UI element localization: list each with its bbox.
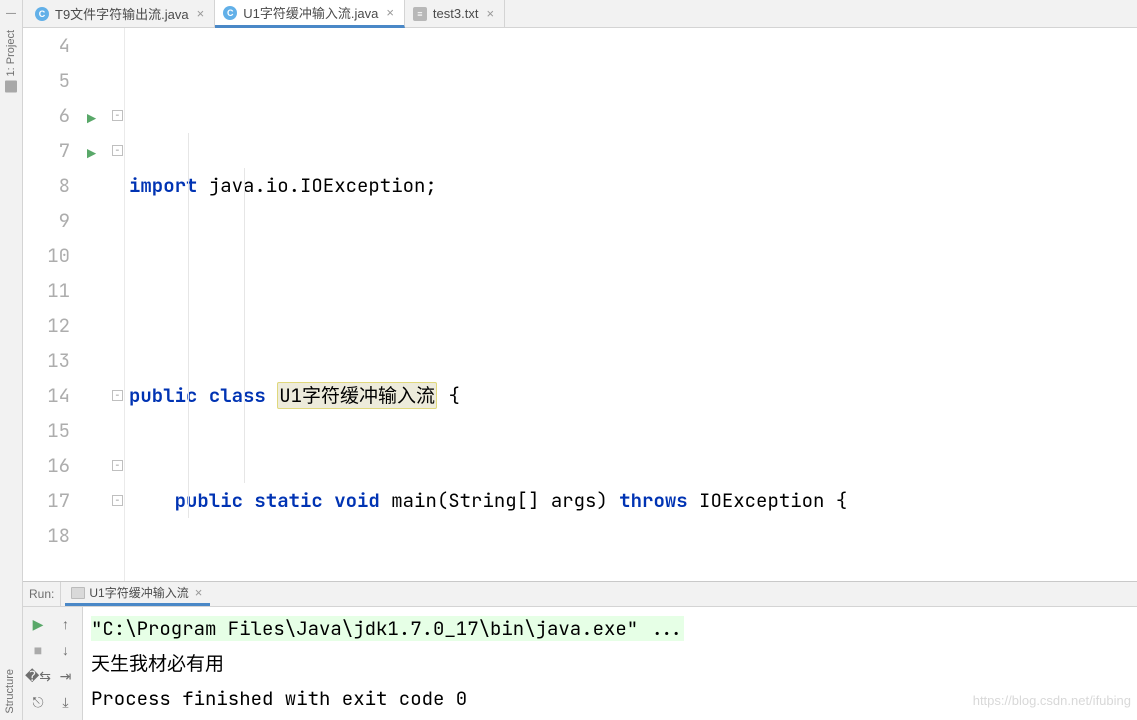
code-content[interactable]: import java.io.IOException; public class… <box>125 28 1137 581</box>
project-tool-button[interactable]: 1: Project <box>5 30 17 92</box>
watermark-text: https://blog.csdn.net/ifubing <box>973 683 1131 718</box>
fold-toggle-icon[interactable]: − <box>112 110 123 121</box>
scroll-to-end-button[interactable]: ⤓ <box>55 691 77 713</box>
run-gutter-icon[interactable]: ▶ <box>87 137 96 172</box>
java-class-icon: C <box>35 7 49 21</box>
text-file-icon: ≡ <box>413 7 427 21</box>
tab-label: T9文件字符输出流.java <box>55 4 189 23</box>
editor-tabs: C T9文件字符输出流.java × C U1字符缓冲输入流.java × ≡ … <box>23 0 1137 28</box>
up-button[interactable]: ↑ <box>55 613 77 635</box>
run-config-tab[interactable]: U1字符缓冲输入流 × <box>65 582 210 606</box>
fold-toggle-icon[interactable]: − <box>112 145 123 156</box>
rerun-button[interactable]: ▶ <box>27 613 49 635</box>
collapse-icon[interactable]: — <box>2 4 20 22</box>
layout-button[interactable]: �⇆ <box>27 665 49 687</box>
code-editor[interactable]: 4 5 6 7 8 9 10 11 12 13 14 15 16 17 18 ▶… <box>23 28 1137 581</box>
left-tool-sidebar: — 1: Project Structure <box>0 0 23 720</box>
console-output[interactable]: "C:\Program Files\Java\jdk1.7.0_17\bin\j… <box>83 607 1137 720</box>
java-class-icon: C <box>223 6 237 20</box>
run-panel-title: Run: <box>29 582 61 606</box>
run-tool-window: Run: U1字符缓冲输入流 × ▶ ↑ ■ ↓ �⇆ ⇥ ⎋ ⤓ <box>23 581 1137 720</box>
exit-button[interactable]: ⎋ <box>27 691 49 713</box>
run-tab-label: U1字符缓冲输入流 <box>89 584 188 601</box>
tab-label: U1字符缓冲输入流.java <box>243 3 378 22</box>
close-icon[interactable]: × <box>484 6 496 21</box>
tab-label: test3.txt <box>433 6 479 21</box>
process-exit-line: Process finished with exit code 0 <box>91 686 467 711</box>
close-icon[interactable]: × <box>193 585 205 600</box>
close-icon[interactable]: × <box>384 5 396 20</box>
application-icon <box>71 587 85 599</box>
run-gutter-icon[interactable]: ▶ <box>87 102 96 137</box>
tab-u1-file[interactable]: C U1字符缓冲输入流.java × <box>215 0 405 28</box>
fold-toggle-icon[interactable]: − <box>112 390 123 401</box>
fold-toggle-icon[interactable]: − <box>112 460 123 471</box>
structure-tool-button[interactable]: Structure <box>4 669 16 714</box>
tab-test3-txt[interactable]: ≡ test3.txt × <box>405 0 505 27</box>
run-marker-gutter: ▶ ▶ <box>85 28 111 581</box>
close-icon[interactable]: × <box>195 6 207 21</box>
stdout-line: 天生我材必有用 <box>91 651 224 676</box>
stop-button[interactable]: ■ <box>27 639 49 661</box>
soft-wrap-button[interactable]: ⇥ <box>55 665 77 687</box>
fold-toggle-icon[interactable]: − <box>112 495 123 506</box>
down-button[interactable]: ↓ <box>55 639 77 661</box>
line-number-gutter: 4 5 6 7 8 9 10 11 12 13 14 15 16 17 18 <box>23 28 85 581</box>
fold-gutter: − − − − − <box>111 28 125 581</box>
tab-t9-file[interactable]: C T9文件字符输出流.java × <box>27 0 215 27</box>
command-line: "C:\Program Files\Java\jdk1.7.0_17\bin\j… <box>91 616 684 641</box>
run-toolbar: ▶ ↑ ■ ↓ �⇆ ⇥ ⎋ ⤓ <box>23 607 83 720</box>
